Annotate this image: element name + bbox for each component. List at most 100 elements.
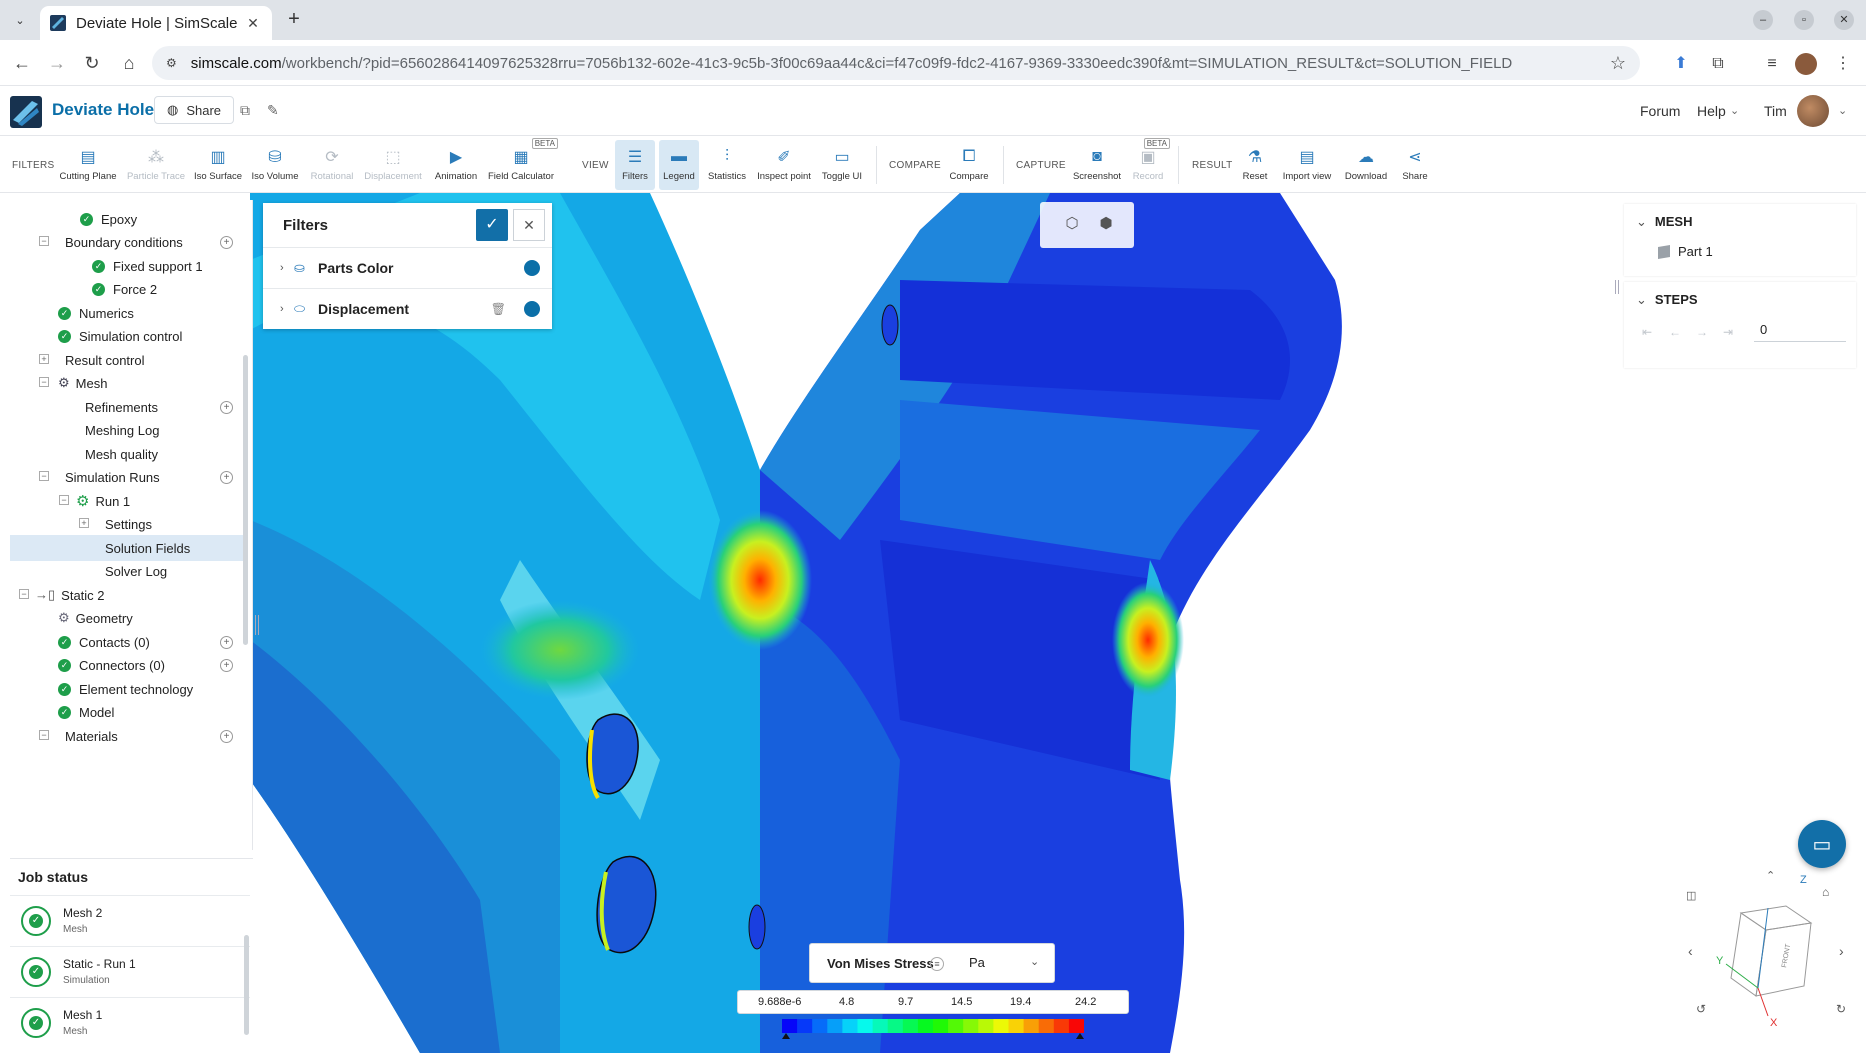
collapse-icon[interactable]: −	[39, 471, 49, 481]
forward-icon[interactable]: →	[45, 51, 69, 75]
legend-max-marker[interactable]	[1076, 1033, 1084, 1039]
inspect-point-button[interactable]: ✐ Inspect point	[756, 140, 812, 190]
filter-row-displacement[interactable]: › ⬭ Displacement 🗑	[263, 288, 552, 328]
chevron-down-icon[interactable]: ⌄	[1838, 104, 1847, 117]
import-view-button[interactable]: ▤ Import view	[1282, 140, 1332, 190]
wireframe-cube-icon[interactable]: ⬡	[1061, 214, 1083, 236]
user-name[interactable]: Tim	[1764, 103, 1787, 119]
tree-item-geometry[interactable]: ⚙ Geometry	[58, 605, 133, 631]
chat-support-button[interactable]: ▭	[1798, 820, 1846, 868]
part-item[interactable]: Part 1	[1658, 244, 1713, 259]
trash-icon[interactable]: 🗑	[491, 302, 506, 316]
last-step-icon[interactable]: ⇥	[1723, 325, 1733, 339]
rotate-right-icon[interactable]: ›	[1839, 943, 1844, 959]
equation-info-icon[interactable]: ≡	[930, 957, 944, 971]
expand-icon[interactable]: +	[39, 354, 49, 364]
collapse-icon[interactable]: −	[39, 377, 49, 387]
tree-item-force[interactable]: ✓ Force 2	[92, 276, 157, 302]
job-item[interactable]: ✓ Mesh 2 Mesh	[10, 895, 250, 945]
solid-cube-icon[interactable]: ⬢	[1095, 214, 1117, 236]
forum-link[interactable]: Forum	[1640, 103, 1680, 119]
prev-step-icon[interactable]: ←	[1669, 325, 1681, 339]
tree-item-connectors[interactable]: ✓ Connectors (0)	[58, 652, 165, 678]
tree-item-materials[interactable]: Materials	[65, 723, 118, 749]
job-item[interactable]: ✓ Mesh 1 Mesh	[10, 997, 250, 1047]
cutting-plane-button[interactable]: ▤ Cutting Plane	[59, 140, 116, 190]
back-icon[interactable]: ←	[10, 51, 34, 75]
collapse-icon[interactable]: −	[39, 730, 49, 740]
tree-scrollbar[interactable]	[243, 355, 248, 645]
download-button[interactable]: ☁ Download	[1342, 140, 1390, 190]
add-icon[interactable]: +	[220, 659, 233, 672]
tree-item-model[interactable]: ✓ Model	[58, 699, 114, 725]
panel-resize-handle[interactable]	[255, 615, 259, 635]
view-cube[interactable]	[1730, 905, 1813, 997]
project-title[interactable]: Deviate Hole	[52, 100, 154, 120]
tree-item-simulation-runs[interactable]: Simulation Runs	[65, 464, 160, 490]
expand-icon[interactable]: +	[79, 518, 89, 528]
steps-section-header[interactable]: ⌄ STEPS	[1636, 292, 1698, 308]
rotate-left-icon[interactable]: ‹	[1688, 943, 1693, 959]
bookmark-star-icon[interactable]: ☆	[1610, 53, 1626, 74]
url-input[interactable]: ⚙ simscale.com /workbench/?pid=656028641…	[152, 46, 1640, 80]
tree-item-boundary-conditions[interactable]: Boundary conditions	[65, 229, 183, 255]
visibility-toggle[interactable]	[524, 259, 540, 276]
share-button[interactable]: ◍ Share	[154, 96, 235, 124]
collapse-icon[interactable]: −	[19, 589, 29, 599]
edit-pencil-icon[interactable]: ✎	[267, 102, 279, 119]
tree-item-solver-log[interactable]: Solver Log	[105, 558, 167, 584]
filter-row-parts-color[interactable]: › ⛀ Parts Color	[263, 247, 552, 287]
animation-button[interactable]: ▶ Animation	[432, 140, 480, 190]
home-icon[interactable]: ⌂	[117, 51, 141, 75]
tree-item-settings[interactable]: Settings	[105, 511, 152, 537]
media-control-icon[interactable]: ≡	[1761, 53, 1783, 75]
orientation-cube[interactable]: ⌃ Z ⌂ ◫ ‹ › Y X FRONT ↺ ↻	[1686, 868, 1856, 1028]
toggle-ui-button[interactable]: ▭ Toggle UI	[820, 140, 864, 190]
browser-tab[interactable]: Deviate Hole | SimScale ✕	[40, 6, 272, 40]
tab-search-icon[interactable]: ⌄	[8, 8, 32, 32]
rotate-cw-icon[interactable]: ↻	[1836, 1002, 1846, 1016]
result-field-select[interactable]: Von Mises Stress ≡ Pa ⌄	[809, 943, 1055, 983]
visibility-toggle[interactable]	[524, 300, 540, 317]
tree-item-simulation-control[interactable]: ✓ Simulation control	[58, 323, 182, 349]
legend-min-marker[interactable]	[782, 1033, 790, 1039]
screenshot-button[interactable]: ◙ Screenshot	[1072, 140, 1122, 190]
rotate-ccw-icon[interactable]: ↺	[1696, 1002, 1706, 1016]
add-icon[interactable]: +	[220, 730, 233, 743]
new-tab-button[interactable]: +	[282, 8, 306, 32]
record-button[interactable]: ▣ Record BETA	[1130, 138, 1170, 190]
share-result-button[interactable]: ⋖ Share	[1400, 140, 1430, 190]
add-icon[interactable]: +	[220, 401, 233, 414]
first-step-icon[interactable]: ⇤	[1642, 325, 1652, 339]
statistics-button[interactable]: ⫶ Statistics	[706, 140, 748, 190]
step-input[interactable]: 0	[1754, 318, 1846, 342]
rotational-button[interactable]: ⟳ Rotational	[308, 140, 356, 190]
collapse-icon[interactable]: −	[59, 495, 69, 505]
maximize-icon[interactable]: ▫	[1794, 10, 1814, 30]
field-calculator-button[interactable]: ▦ Field Calculator BETA	[488, 138, 558, 190]
job-scrollbar[interactable]	[244, 935, 249, 1035]
chevron-right-icon[interactable]: ›	[280, 262, 290, 274]
mesh-section-header[interactable]: ⌄ MESH	[1636, 214, 1692, 230]
close-button[interactable]: ✕	[513, 209, 545, 241]
chevron-right-icon[interactable]: ›	[280, 303, 290, 315]
rotate-up-icon[interactable]: ⌃	[1766, 870, 1775, 882]
add-icon[interactable]: +	[220, 236, 233, 249]
minimize-icon[interactable]: –	[1753, 10, 1773, 30]
tree-item-mesh[interactable]: ⚙ Mesh	[58, 370, 107, 396]
iso-surface-button[interactable]: ▥ Iso Surface	[194, 140, 242, 190]
copy-icon[interactable]: ⧉	[240, 102, 250, 119]
add-icon[interactable]: +	[220, 471, 233, 484]
extension-icon[interactable]: ⬆	[1670, 53, 1692, 75]
panel-resize-handle[interactable]	[1615, 280, 1619, 294]
tree-item-meshing-log[interactable]: Meshing Log	[85, 417, 159, 443]
confirm-button[interactable]: ✓	[476, 209, 508, 241]
camera-icon[interactable]: ◫	[1686, 890, 1696, 902]
filters-button[interactable]: ☰ Filters	[615, 140, 655, 190]
particle-trace-button[interactable]: ⁂ Particle Trace	[126, 140, 186, 190]
reload-icon[interactable]: ↻	[80, 51, 104, 75]
displacement-button[interactable]: ⬚ Displacement	[364, 140, 422, 190]
reset-button[interactable]: ⚗ Reset	[1240, 140, 1270, 190]
home-view-icon[interactable]: ⌂	[1822, 885, 1829, 899]
compare-button[interactable]: ⧠ Compare	[948, 140, 990, 190]
